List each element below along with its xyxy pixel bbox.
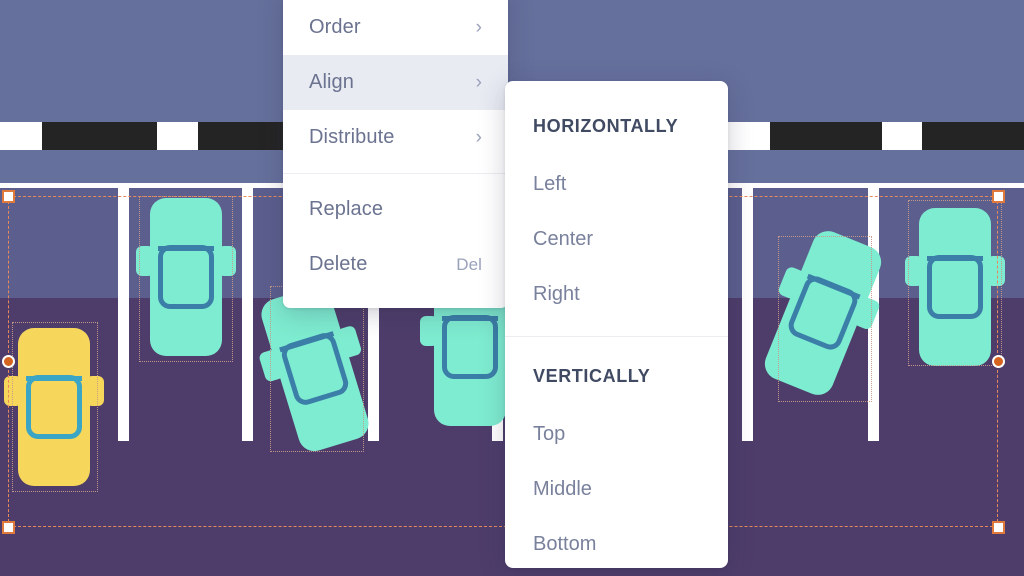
menu-bottom-padding xyxy=(283,292,508,308)
car-teal[interactable] xyxy=(905,208,1005,366)
menu-item-shortcut: Del xyxy=(456,254,482,274)
crosswalk-block xyxy=(770,122,882,150)
menu-item-label: Align xyxy=(309,71,354,93)
align-submenu[interactable]: HORIZONTALLY Left Center Right VERTICALL… xyxy=(505,81,728,568)
submenu-heading-horizontally: HORIZONTALLY xyxy=(533,115,679,136)
stall-divider xyxy=(742,188,753,441)
car-seam xyxy=(441,316,499,321)
selection-handle-top-right[interactable] xyxy=(992,190,1005,203)
menu-divider xyxy=(283,173,508,174)
selection-handle-bottom-left[interactable] xyxy=(2,521,15,534)
submenu-heading-vertically: VERTICALLY xyxy=(533,365,651,386)
car-mirror-left xyxy=(905,256,923,286)
menu-item-label: Replace xyxy=(309,198,384,220)
car-mirror-right xyxy=(218,246,236,276)
menu-item-align[interactable]: Align › xyxy=(283,55,508,110)
car-mirror-right xyxy=(86,376,104,406)
stall-divider xyxy=(118,188,129,441)
menu-item-label: Order xyxy=(309,16,361,38)
car-seam xyxy=(926,256,984,261)
car-windshield xyxy=(25,375,83,439)
menu-item-delete[interactable]: Delete Del xyxy=(283,237,508,292)
object-context-menu[interactable]: Order › Align › Distribute › Replace Del… xyxy=(283,0,508,308)
menu-item-distribute[interactable]: Distribute › xyxy=(283,110,508,165)
submenu-item-bottom[interactable]: Bottom xyxy=(505,517,728,572)
submenu-item-middle[interactable]: Middle xyxy=(505,462,728,517)
car-seam xyxy=(25,376,83,381)
submenu-item-right[interactable]: Right xyxy=(505,267,728,322)
chevron-right-icon: › xyxy=(475,17,482,38)
stall-divider xyxy=(242,188,253,441)
car-windshield xyxy=(926,255,984,319)
selection-handle-middle-left[interactable] xyxy=(2,355,15,368)
car-windshield xyxy=(441,315,499,379)
car-yellow[interactable] xyxy=(4,328,104,486)
selection-handle-top-left[interactable] xyxy=(2,190,15,203)
crosswalk-block xyxy=(922,122,1024,150)
car-mirror-left xyxy=(4,376,22,406)
menu-item-label: Delete xyxy=(309,253,368,275)
crosswalk-block xyxy=(42,122,157,150)
chevron-right-icon: › xyxy=(475,72,482,93)
car-mirror-left xyxy=(136,246,154,276)
menu-item-order[interactable]: Order › xyxy=(283,0,508,55)
car-mirror-left xyxy=(420,316,438,346)
car-seam xyxy=(157,246,215,251)
submenu-item-left[interactable]: Left xyxy=(505,157,728,212)
submenu-item-top[interactable]: Top xyxy=(505,407,728,462)
menu-item-label: Distribute xyxy=(309,126,395,148)
selection-handle-bottom-right[interactable] xyxy=(992,521,1005,534)
car-mirror-right xyxy=(987,256,1005,286)
car-windshield xyxy=(157,245,215,309)
selection-handle-middle-right[interactable] xyxy=(992,355,1005,368)
submenu-item-center[interactable]: Center xyxy=(505,212,728,267)
car-teal[interactable] xyxy=(136,198,236,356)
chevron-right-icon: › xyxy=(475,127,482,148)
menu-item-replace[interactable]: Replace xyxy=(283,182,508,237)
